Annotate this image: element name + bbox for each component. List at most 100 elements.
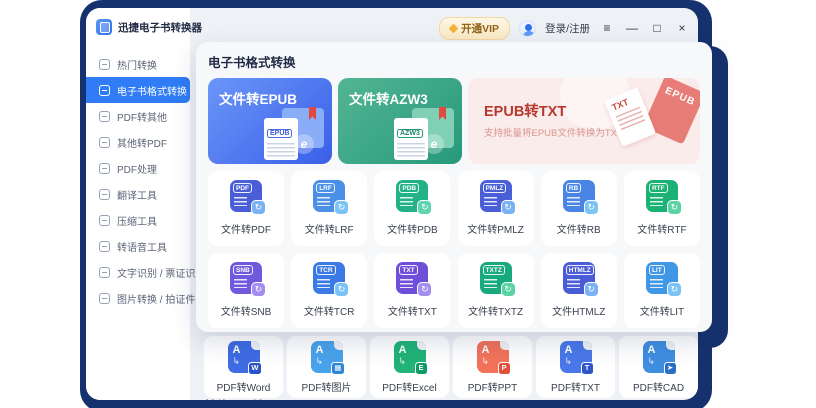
format-doc-icon: PDB ↻: [396, 180, 428, 212]
target-format-chip: E: [415, 362, 428, 375]
app-title: 迅捷电子书转换器: [118, 20, 202, 35]
minimize-icon[interactable]: —: [624, 20, 640, 36]
menu-icon[interactable]: ≡: [599, 20, 615, 36]
user-avatar[interactable]: [519, 20, 536, 37]
pdf-doc-icon: A ↳ ➤: [643, 341, 675, 373]
letter-a-glyph: A: [316, 344, 324, 356]
pdf-convert-tile[interactable]: A ↳ W PDF转Word: [204, 336, 283, 398]
sidebar-item-label: PDF处理: [117, 161, 157, 176]
hero-card-row: 文件转EPUB EPUB e 文件转AZW3 AZW3 e EPUB转TXT 支…: [208, 78, 700, 164]
translate-icon: [99, 189, 110, 200]
pdf-convert-tile-label: PDF转CAD: [619, 379, 698, 394]
refresh-icon: ↻: [334, 200, 349, 215]
refresh-icon: ↻: [667, 200, 682, 215]
format-doc-icon: PDF ↻: [230, 180, 262, 212]
sidebar-item-other-to-pdf[interactable]: 其他转PDF: [86, 129, 190, 155]
open-vip-button[interactable]: 开通VIP: [439, 17, 510, 40]
hero-card-epub-to-txt[interactable]: EPUB转TXT 支持批量将EPUB文件转换为TXT格式 EPUB TXT: [468, 78, 700, 164]
convert-tile-label: 文件HTMLZ: [541, 303, 617, 318]
sidebar-item-label: 热门转换: [117, 57, 157, 72]
pdf-to-other-icon: [99, 111, 110, 122]
sidebar-item-label: PDF转其他: [117, 109, 167, 124]
convert-tile[interactable]: TXT ↻ 文件转TXT: [374, 253, 450, 328]
refresh-icon: ↻: [334, 282, 349, 297]
convert-tile[interactable]: PDB ↻ 文件转PDB: [374, 171, 450, 246]
convert-tile[interactable]: TXTZ ↻ 文件转TXTZ: [458, 253, 534, 328]
format-doc-icon: RTF ↻: [646, 180, 678, 212]
refresh-icon: ↻: [667, 282, 682, 297]
vip-label: 开通VIP: [461, 21, 499, 36]
hero-card-file-to-azw3[interactable]: 文件转AZW3 AZW3 e: [338, 78, 462, 164]
format-doc-icon: SNB ↻: [230, 262, 262, 294]
convert-tile[interactable]: LIT ↻ 文件转LIT: [624, 253, 700, 328]
letter-a-glyph: A: [399, 344, 407, 356]
pdf-convert-tile[interactable]: A ↳ ▦ PDF转图片: [287, 336, 366, 398]
convert-tile[interactable]: RTF ↻ 文件转RTF: [624, 171, 700, 246]
format-badge: SNB: [233, 265, 253, 275]
convert-tile[interactable]: HTMLZ ↻ 文件HTMLZ: [541, 253, 617, 328]
format-badge: TXTZ: [483, 265, 505, 275]
pdf-convert-tile-label: PDF转图片: [287, 379, 366, 394]
bookmark-icon: [439, 107, 446, 120]
convert-tile-label: 文件转TXTZ: [458, 303, 534, 318]
format-badge: RTF: [649, 183, 668, 193]
sidebar-item-fire[interactable]: 热门转换: [86, 51, 190, 77]
convert-tile[interactable]: TCR ↻ 文件转TCR: [291, 253, 367, 328]
convert-tile-label: 文件转SNB: [208, 303, 284, 318]
login-register-link[interactable]: 登录/注册: [545, 21, 590, 36]
close-icon[interactable]: ×: [674, 20, 690, 36]
ebook-icon: [99, 85, 110, 96]
format-badge: AZW3: [397, 129, 423, 138]
refresh-icon: ↻: [584, 200, 599, 215]
sidebar-item-ocr[interactable]: 文字识别 / 票证识别: [86, 259, 190, 285]
sidebar-item-ebook[interactable]: 电子书格式转换: [86, 77, 190, 103]
refresh-icon: ↻: [251, 200, 266, 215]
convert-grid-row-2: SNB ↻ 文件转SNB TCR ↻ 文件转TCR TXT ↻ 文件转TXT T…: [208, 253, 700, 328]
sidebar-item-image[interactable]: 图片转换 / 拍证件照: [86, 285, 190, 311]
ebook-e-icon: e: [424, 134, 444, 154]
pdf-edit-icon: [99, 163, 110, 174]
hero-card-label: EPUB转TXT: [484, 100, 566, 121]
convert-arrow-icon: ↳: [565, 356, 573, 367]
pdf-convert-tile[interactable]: A ↳ P PDF转PPT: [453, 336, 532, 398]
target-format-chip: ➤: [664, 362, 677, 375]
convert-tile-label: 文件转TXT: [374, 303, 450, 318]
convert-tile-label: 文件转PDF: [208, 221, 284, 236]
pdf-convert-tile[interactable]: A ↳ E PDF转Excel: [370, 336, 449, 398]
hero-card-file-to-epub[interactable]: 文件转EPUB EPUB e: [208, 78, 332, 164]
pdf-doc-icon: A ↳ T: [560, 341, 592, 373]
target-format-chip: T: [581, 362, 594, 375]
compress-icon: [99, 215, 110, 226]
bookmark-icon: [309, 107, 316, 120]
convert-tile[interactable]: SNB ↻ 文件转SNB: [208, 253, 284, 328]
image-icon: [99, 293, 110, 304]
sidebar-item-label: 翻译工具: [117, 187, 157, 202]
pdf-convert-tile-label: PDF转TXT: [536, 379, 615, 394]
format-badge: PDF: [233, 183, 252, 193]
convert-tile[interactable]: LRF ↻ 文件转LRF: [291, 171, 367, 246]
sidebar-item-audio[interactable]: 转语音工具: [86, 233, 190, 259]
sidebar-item-compress[interactable]: 压缩工具: [86, 207, 190, 233]
convert-tile[interactable]: RB ↻ 文件转RB: [541, 171, 617, 246]
letter-a-glyph: A: [565, 344, 573, 356]
sidebar-item-pdf-to-other[interactable]: PDF转其他: [86, 103, 190, 129]
convert-tile-label: 文件转RB: [541, 221, 617, 236]
convert-tile-label: 文件转TCR: [291, 303, 367, 318]
maximize-icon[interactable]: □: [649, 20, 665, 36]
format-doc-icon: LRF ↻: [313, 180, 345, 212]
convert-tile[interactable]: PMLZ ↻ 文件转PMLZ: [458, 171, 534, 246]
sidebar-item-pdf-edit[interactable]: PDF处理: [86, 155, 190, 181]
sidebar-item-translate[interactable]: 翻译工具: [86, 181, 190, 207]
sidebar-item-label: 其他转PDF: [117, 135, 167, 150]
convert-arrow-icon: ↳: [316, 356, 324, 367]
format-doc-icon: TXTZ ↻: [480, 262, 512, 294]
pdf-convert-tile[interactable]: A ↳ ➤ PDF转CAD: [619, 336, 698, 398]
pdf-convert-tile[interactable]: A ↳ T PDF转TXT: [536, 336, 615, 398]
target-format-chip: ▦: [331, 362, 344, 375]
pdf-convert-tile-label: PDF转PPT: [453, 379, 532, 394]
target-format-chip: P: [498, 362, 511, 375]
letter-a-glyph: A: [648, 344, 656, 356]
convert-tile[interactable]: PDF ↻ 文件转PDF: [208, 171, 284, 246]
letter-a-glyph: A: [482, 344, 490, 356]
convert-grid-row-1: PDF ↻ 文件转PDF LRF ↻ 文件转LRF PDB ↻ 文件转PDB P…: [208, 171, 700, 246]
